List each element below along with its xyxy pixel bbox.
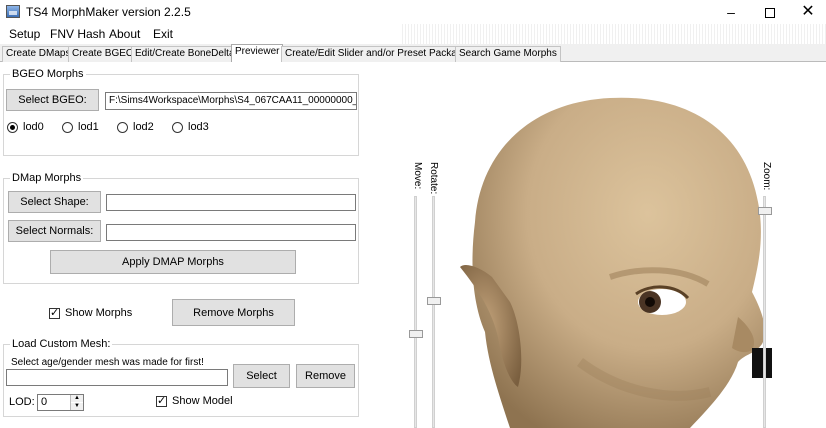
lod3-radio[interactable]: lod3 <box>172 121 209 133</box>
move-slider[interactable] <box>409 196 423 428</box>
lod2-radio[interactable]: lod2 <box>117 121 154 133</box>
lod2-label: lod2 <box>133 121 154 133</box>
dmap-group-label: DMap Morphs <box>10 172 84 184</box>
zoom-label: Zoom: <box>761 162 772 191</box>
select-bgeo-button[interactable]: Select BGEO: <box>6 89 99 111</box>
lod0-radio[interactable]: lod0 <box>7 121 44 133</box>
tab-create-dmaps[interactable]: Create DMaps <box>2 46 75 62</box>
show-morphs-label: Show Morphs <box>65 307 133 319</box>
menu-fnv-hash[interactable]: FNV Hash <box>50 27 105 41</box>
window-title: TS4 MorphMaker version 2.2.5 <box>26 5 191 19</box>
menu-exit[interactable]: Exit <box>153 27 173 41</box>
tab-search-game-morphs[interactable]: Search Game Morphs <box>455 46 561 62</box>
spin-down-icon[interactable]: ▼ <box>71 403 83 410</box>
tab-edit-bonedelta[interactable]: Edit/Create BoneDelta <box>131 46 239 62</box>
menu-bar: Setup FNV Hash About Exit <box>0 24 826 44</box>
apply-dmap-morphs-button[interactable]: Apply DMAP Morphs <box>50 250 296 274</box>
tab-create-bgeo[interactable]: Create BGEO <box>68 46 138 62</box>
show-morphs-checkbox[interactable]: Show Morphs <box>49 306 133 320</box>
close-button[interactable]: ✕ <box>789 0 826 24</box>
move-label: Move: <box>412 162 423 190</box>
bgeo-morphs-group: BGEO Morphs <box>3 68 359 156</box>
lod0-radio-indicator <box>7 121 18 133</box>
lod1-radio[interactable]: lod1 <box>62 121 99 133</box>
lod3-radio-indicator <box>172 121 183 133</box>
show-model-checkbox[interactable]: Show Model <box>156 394 233 408</box>
spin-up-icon[interactable]: ▲ <box>71 395 83 402</box>
rotate-slider-thumb[interactable] <box>427 297 441 305</box>
move-slider-track <box>414 196 417 428</box>
lod1-label: lod1 <box>78 121 99 133</box>
lod3-label: lod3 <box>188 121 209 133</box>
zoom-slider-track <box>763 196 766 428</box>
rotate-slider[interactable] <box>427 196 441 428</box>
lod-spinner[interactable]: 0 ▲ ▼ <box>37 394 84 411</box>
custom-mesh-group-label: Load Custom Mesh: <box>10 338 113 350</box>
pupil <box>645 297 655 307</box>
lod1-radio-indicator <box>62 121 73 133</box>
normals-path-field[interactable] <box>106 224 356 241</box>
lod-spinner-buttons: ▲ ▼ <box>70 395 83 410</box>
menu-setup[interactable]: Setup <box>9 27 40 41</box>
select-normals-button[interactable]: Select Normals: <box>8 220 101 242</box>
shape-path-field[interactable] <box>106 194 356 211</box>
tab-previewer[interactable]: Previewer <box>231 44 284 63</box>
show-model-check-indicator <box>156 394 167 408</box>
rotate-label: Rotate: <box>428 162 439 195</box>
rotate-slider-track <box>432 196 435 428</box>
bgeo-path-field[interactable]: F:\Sims4Workspace\Morphs\S4_067CAA11_000… <box>105 92 357 110</box>
lod-spinner-value: 0 <box>41 396 48 408</box>
bgeo-group-label: BGEO Morphs <box>10 68 86 80</box>
custom-mesh-hint: Select age/gender mesh was made for firs… <box>11 357 204 368</box>
zoom-slider[interactable] <box>758 196 772 428</box>
model-viewport[interactable]: Move: Rotate: Zoom: <box>360 62 826 428</box>
tab-slider-preset-package[interactable]: Create/Edit Slider and/or Preset Package <box>281 46 472 62</box>
remove-morphs-button[interactable]: Remove Morphs <box>172 299 295 326</box>
maximize-button[interactable] <box>751 0 789 24</box>
zoom-slider-thumb[interactable] <box>758 207 772 215</box>
select-shape-button[interactable]: Select Shape: <box>8 191 101 213</box>
tab-strip: Create DMaps Create BGEO Edit/Create Bon… <box>0 44 826 63</box>
app-icon <box>6 5 20 18</box>
lod-label: LOD: <box>9 396 35 408</box>
lod2-radio-indicator <box>117 121 128 133</box>
lod0-label: lod0 <box>23 121 44 133</box>
menu-about[interactable]: About <box>109 27 140 41</box>
custom-mesh-path-field[interactable] <box>6 369 228 386</box>
show-morphs-check-indicator <box>49 306 60 320</box>
title-bar: TS4 MorphMaker version 2.2.5 – ✕ <box>0 0 826 24</box>
custom-mesh-select-button[interactable]: Select <box>233 364 290 388</box>
minimize-button[interactable]: – <box>712 0 750 24</box>
maximize-icon <box>765 8 775 19</box>
custom-mesh-remove-button[interactable]: Remove <box>296 364 355 388</box>
move-slider-thumb[interactable] <box>409 330 423 338</box>
show-model-label: Show Model <box>172 395 233 407</box>
